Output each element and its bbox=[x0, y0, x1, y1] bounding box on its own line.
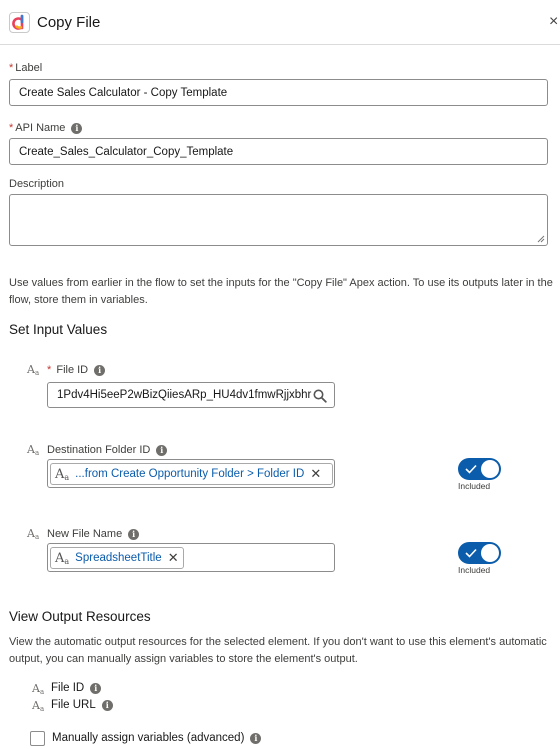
remove-icon[interactable]: ✕ bbox=[168, 550, 179, 566]
description-textarea[interactable] bbox=[9, 194, 548, 246]
check-icon bbox=[465, 548, 477, 558]
resize-grip-icon[interactable] bbox=[537, 235, 545, 243]
text-type-icon: Aa bbox=[32, 699, 45, 713]
pill-label: ...from Create Opportunity Folder > Fold… bbox=[75, 468, 305, 480]
label-field-label: * Label bbox=[9, 62, 43, 74]
intro-text: Use values from earlier in the flow to s… bbox=[9, 277, 553, 306]
manual-assign-label: Manually assign variables (advanced) i bbox=[52, 732, 262, 744]
include-toggle[interactable] bbox=[458, 542, 501, 564]
check-icon bbox=[465, 464, 477, 474]
info-icon[interactable]: i bbox=[101, 700, 113, 711]
file-id-field-label: * File ID i bbox=[47, 364, 106, 376]
text-type-icon: Aa bbox=[27, 527, 40, 541]
output-resource-file-id: File ID i bbox=[51, 682, 102, 694]
info-icon[interactable]: i bbox=[94, 365, 106, 376]
output-resource-file-url: File URL i bbox=[51, 699, 113, 711]
pill-label: SpreadsheetTitle bbox=[75, 552, 162, 564]
text-type-icon: Aa bbox=[32, 682, 45, 696]
info-icon[interactable]: i bbox=[71, 123, 83, 134]
manual-assign-checkbox[interactable] bbox=[30, 731, 45, 746]
output-description: View the automatic output resources for … bbox=[9, 636, 547, 665]
new-file-name-field-label: New File Name i bbox=[47, 528, 140, 540]
remove-icon[interactable]: ✕ bbox=[310, 466, 321, 482]
include-toggle[interactable] bbox=[458, 458, 501, 480]
label-input[interactable]: Create Sales Calculator - Copy Template bbox=[9, 79, 548, 106]
file-id-value: 1Pdv4Hi5eeP2wBizQiiesARp_HU4dv1fmwRjjxbh… bbox=[57, 389, 312, 401]
toggle-label: Included bbox=[458, 565, 491, 575]
new-file-name-input[interactable]: Aa SpreadsheetTitle ✕ bbox=[47, 543, 335, 572]
info-icon[interactable]: i bbox=[156, 445, 168, 456]
toggle-label: Included bbox=[458, 481, 491, 491]
search-icon[interactable] bbox=[313, 389, 327, 403]
destination-folder-input[interactable]: Aa ...from Create Opportunity Folder > F… bbox=[47, 459, 335, 488]
text-type-icon: Aa bbox=[55, 550, 70, 566]
resource-pill[interactable]: Aa SpreadsheetTitle ✕ bbox=[50, 547, 184, 569]
resource-pill[interactable]: Aa ...from Create Opportunity Folder > F… bbox=[50, 463, 333, 485]
info-icon[interactable]: i bbox=[90, 683, 102, 694]
close-icon[interactable]: × bbox=[549, 13, 558, 31]
info-icon[interactable]: i bbox=[128, 529, 140, 540]
set-input-values-heading: Set Input Values bbox=[9, 322, 108, 337]
panel-header: Copy File × bbox=[0, 0, 560, 45]
file-id-input[interactable]: 1Pdv4Hi5eeP2wBizQiiesARp_HU4dv1fmwRjjxbh… bbox=[47, 382, 335, 408]
flow-app-icon bbox=[9, 12, 30, 33]
view-output-resources-heading: View Output Resources bbox=[9, 609, 151, 624]
text-type-icon: Aa bbox=[55, 466, 70, 482]
text-type-icon: Aa bbox=[27, 363, 40, 377]
info-icon[interactable]: i bbox=[250, 733, 262, 744]
destination-folder-field-label: Destination Folder ID i bbox=[47, 444, 168, 456]
description-field-label: Description bbox=[9, 178, 65, 190]
api-name-input[interactable]: Create_Sales_Calculator_Copy_Template bbox=[9, 138, 548, 165]
api-name-field-label: * API Name i bbox=[9, 122, 83, 134]
text-type-icon: Aa bbox=[27, 443, 40, 457]
panel-title: Copy File bbox=[37, 14, 101, 31]
